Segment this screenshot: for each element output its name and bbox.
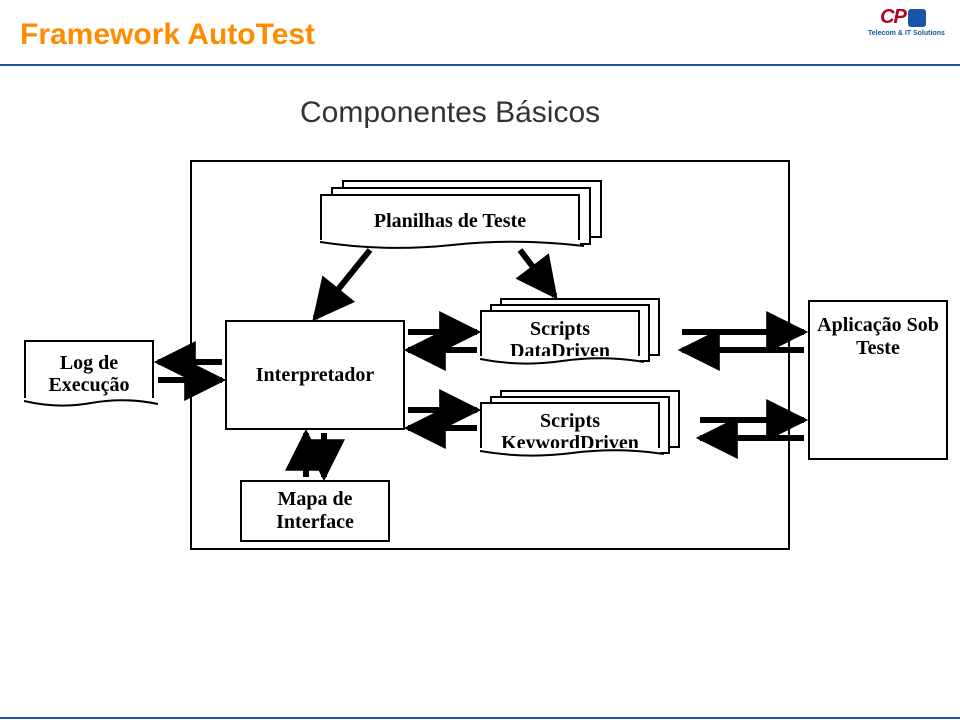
logo-shape-icon: [908, 9, 926, 27]
mapa-box: Mapa de Interface: [240, 480, 390, 542]
slide-title: Framework AutoTest: [20, 18, 315, 52]
log-label: Log de Execução: [26, 352, 152, 396]
interpretador-box: Interpretador: [225, 320, 405, 430]
scripts-keyworddriven-stack: Scripts KeywordDriven: [480, 390, 680, 462]
logo-text: CP: [880, 6, 906, 29]
slide-subtitle: Componentes Básicos: [300, 96, 600, 130]
planilhas-stack: Planilhas de Teste: [320, 180, 600, 255]
header: Framework AutoTest CP Telecom & IT Solut…: [0, 0, 960, 72]
logo-subtitle: Telecom & IT Solutions: [868, 30, 938, 37]
scripts-datadriven-stack: Scripts DataDriven: [480, 298, 660, 370]
aplicacao-label: Aplicação Sob Teste: [817, 314, 939, 360]
logo: CP Telecom & IT Solutions: [868, 6, 938, 52]
interpretador-label: Interpretador: [256, 364, 375, 387]
header-rule: [0, 64, 960, 66]
planilhas-label: Planilhas de Teste: [322, 210, 578, 232]
log-box: Log de Execução: [24, 340, 154, 410]
footer-rule: [0, 717, 960, 719]
mapa-label: Mapa de Interface: [276, 488, 354, 534]
aplicacao-box: Aplicação Sob Teste: [808, 300, 948, 460]
